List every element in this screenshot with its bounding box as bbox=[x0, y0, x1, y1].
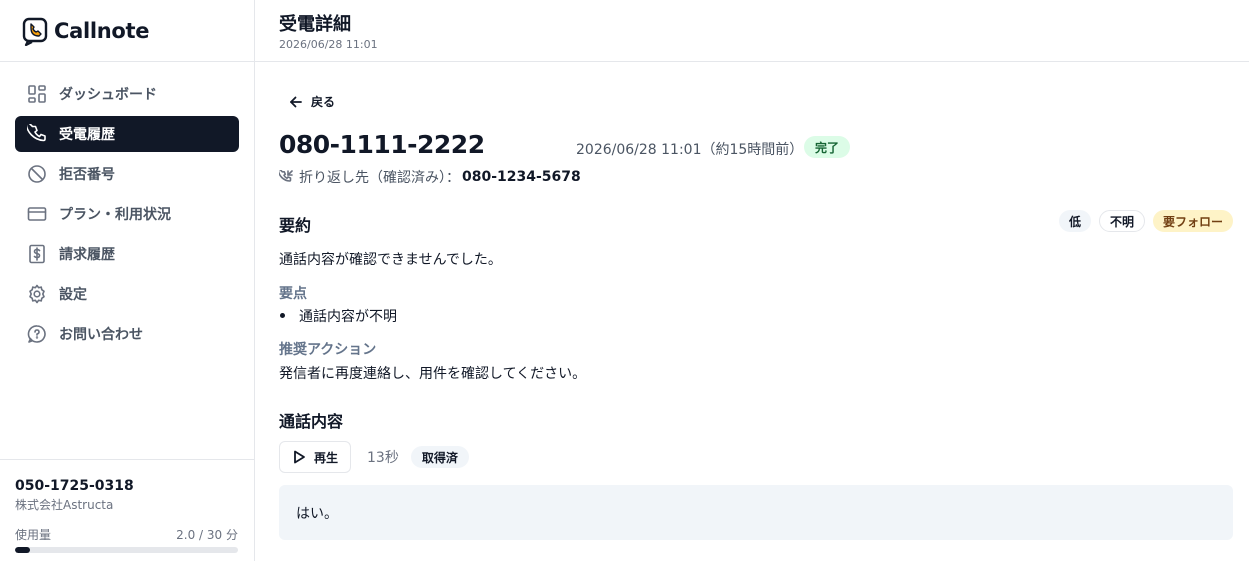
sidebar-item-label: プラン・利用状況 bbox=[59, 207, 171, 223]
summary-tags: 低 不明 要フォロー bbox=[1051, 210, 1233, 232]
follow-up-badge: 要フォロー bbox=[1152, 210, 1233, 232]
account-phone: 050-1725-0318 bbox=[15, 478, 134, 494]
brand[interactable]: Callnote bbox=[0, 0, 254, 62]
play-button[interactable]: 再生 bbox=[279, 441, 352, 473]
sidebar-item-dashboard[interactable]: ダッシュボード bbox=[15, 76, 239, 112]
account-panel: 050-1725-0318 株式会社Astructa 使用量 2.0 / 30 … bbox=[0, 459, 254, 561]
callback-label: 折り返し先（確認済み）： bbox=[299, 170, 460, 186]
recommended-action-text: 発信者に再度連絡し、用件を確認してください。 bbox=[279, 366, 587, 382]
priority-badge: 低 bbox=[1058, 210, 1091, 232]
sidebar-item-settings[interactable]: 設定 bbox=[15, 276, 239, 312]
recommended-action-heading: 推奨アクション bbox=[279, 342, 377, 358]
page-subtitle: 2026/06/28 11:01 bbox=[279, 38, 378, 51]
arrow-left-icon bbox=[290, 96, 302, 107]
usage-progress-fill bbox=[15, 547, 30, 553]
back-label: 戻る bbox=[311, 95, 336, 109]
brand-name: Callnote bbox=[54, 18, 150, 43]
summary-text: 通話内容が確認できませんでした。 bbox=[279, 252, 502, 268]
status-badge: 完了 bbox=[804, 136, 851, 158]
summary-title: 要約 bbox=[279, 216, 312, 235]
sidebar-item-billing-history[interactable]: 請求履歴 bbox=[15, 236, 239, 272]
receipt-icon bbox=[27, 244, 47, 264]
sidebar-item-label: ダッシュボード bbox=[59, 87, 157, 103]
page-header: 受電詳細 2026/06/28 11:01 bbox=[255, 0, 1249, 62]
sidebar-item-blocked-numbers[interactable]: 拒否番号 bbox=[15, 156, 239, 192]
account-company: 株式会社Astructa bbox=[15, 498, 114, 512]
sidebar-item-label: 請求履歴 bbox=[59, 247, 115, 263]
callnote-logo-icon bbox=[22, 17, 48, 46]
play-label: 再生 bbox=[314, 450, 339, 465]
usage-value: 2.0 / 30 分 bbox=[176, 528, 238, 542]
call-content-title: 通話内容 bbox=[279, 412, 344, 431]
call-time: 2026/06/28 11:01（約15時間前） bbox=[576, 142, 804, 158]
callback-number: 080-1234-5678 bbox=[462, 169, 581, 185]
sidebar-item-plan-usage[interactable]: プラン・利用状況 bbox=[15, 196, 239, 232]
list-item: 通話内容が不明 bbox=[279, 306, 397, 326]
usage-progress-bar bbox=[15, 547, 238, 553]
page-title: 受電詳細 bbox=[279, 14, 351, 35]
sidebar-item-label: お問い合わせ bbox=[59, 327, 143, 343]
category-badge: 不明 bbox=[1098, 210, 1145, 232]
sidebar-item-label: 設定 bbox=[59, 287, 87, 303]
play-icon bbox=[294, 450, 305, 464]
phone-icon bbox=[27, 124, 47, 144]
dashboard-icon bbox=[27, 84, 47, 104]
sidebar-item-label: 受電履歴 bbox=[59, 127, 115, 143]
call-duration: 13秒 bbox=[367, 450, 399, 466]
phone-callback-icon bbox=[279, 170, 293, 182]
audio-player: 再生 13秒 取得済 bbox=[279, 441, 469, 473]
fetch-status-badge: 取得済 bbox=[410, 446, 469, 468]
usage-label: 使用量 bbox=[15, 528, 52, 542]
sidebar-item-label: 拒否番号 bbox=[59, 167, 115, 183]
sidebar-nav: ダッシュボード 受電履歴 拒否番号 プラン・利用状況 請求履歴 設定 お問い合わ… bbox=[0, 62, 254, 352]
block-icon bbox=[27, 164, 47, 184]
sidebar-item-contact[interactable]: お問い合わせ bbox=[15, 316, 239, 352]
key-points-heading: 要点 bbox=[279, 286, 307, 302]
transcript-text: はい。 bbox=[296, 506, 338, 522]
back-button[interactable]: 戻る bbox=[289, 93, 335, 110]
caller-number: 080-1111-2222 bbox=[279, 130, 485, 159]
usage-row: 使用量 2.0 / 30 分 bbox=[15, 526, 238, 543]
sidebar-item-call-history[interactable]: 受電履歴 bbox=[15, 116, 239, 152]
key-points-list: 通話内容が不明 bbox=[279, 306, 397, 326]
gear-icon bbox=[27, 284, 47, 304]
sidebar: Callnote ダッシュボード 受電履歴 拒否番号 プラン・利用状況 請求履歴… bbox=[0, 0, 255, 561]
help-chat-icon bbox=[27, 324, 47, 344]
callback-info: 折り返し先（確認済み）： 080-1234-5678 bbox=[279, 167, 581, 187]
credit-card-icon bbox=[27, 204, 47, 224]
transcript-box: はい。 bbox=[279, 485, 1233, 540]
